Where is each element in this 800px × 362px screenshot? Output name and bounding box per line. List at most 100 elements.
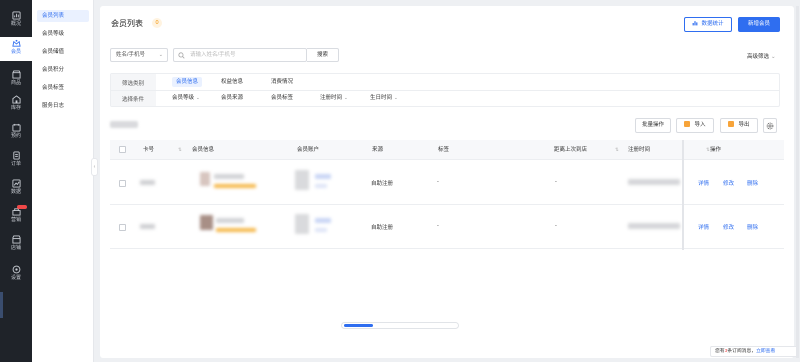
- export-label: 导出: [738, 122, 750, 128]
- nav-item-inventory[interactable]: 库存: [0, 93, 32, 117]
- import-button[interactable]: 导入: [676, 118, 714, 133]
- chevron-down-icon: ⌄: [394, 95, 398, 100]
- booking-icon: [11, 123, 21, 132]
- filter-condition-member-tags[interactable]: 会员标签: [271, 93, 293, 103]
- selection-summary: [110, 121, 138, 128]
- nav-label: 店铺: [10, 245, 21, 251]
- account-points-value: [315, 228, 327, 232]
- account-points-value: [315, 184, 327, 188]
- inventory-icon: [11, 95, 21, 104]
- main-panel: 会员列表 0 数据统计 新增会员 姓名/手机号 ⌄ 请输入姓名/手机号 搜索 高…: [100, 6, 794, 358]
- sort-icon[interactable]: ⇅: [178, 140, 182, 160]
- source-value: 自助注册: [371, 181, 394, 187]
- gear-icon: [766, 122, 774, 130]
- data-stats-label: 数据统计: [701, 21, 724, 27]
- nav-item-goods[interactable]: 商品: [0, 68, 32, 92]
- chevron-down-icon: ⌄: [158, 52, 163, 58]
- column-actions: 操作: [710, 147, 722, 153]
- card-number-value: [140, 180, 155, 185]
- chevron-down-icon: ⌄: [771, 54, 776, 60]
- column-source: 来源: [372, 147, 384, 153]
- filter-condition-label-text: 注册时间: [320, 95, 343, 101]
- member-name-value: [214, 174, 244, 179]
- add-member-button[interactable]: 新增会员: [738, 17, 780, 32]
- last-visit-value: -: [555, 223, 557, 229]
- search-button[interactable]: 搜索: [307, 48, 339, 62]
- row-checkbox[interactable]: [119, 224, 126, 231]
- card-number-value: [140, 224, 155, 229]
- search-placeholder: 请输入姓名/手机号: [190, 52, 236, 58]
- advanced-filter-toggle[interactable]: 高级筛选 ⌄: [747, 52, 776, 60]
- account-qr: [295, 170, 309, 190]
- submenu-item-member-tags[interactable]: 会员标签: [37, 82, 89, 94]
- last-visit-value: -: [555, 179, 557, 185]
- goods-icon: [11, 70, 21, 79]
- import-label: 导入: [694, 122, 706, 128]
- filter-condition-register-time[interactable]: 注册时间 ⌄: [320, 93, 348, 103]
- member-submenu: 会员列表 会员等级 会员储值 会员积分 会员标签 服务日志: [32, 0, 94, 362]
- filter-category-label: 筛选类别: [122, 81, 145, 87]
- nav-item-order[interactable]: 订单: [0, 149, 32, 173]
- filter-option-consumption[interactable]: 消费情况: [271, 77, 293, 87]
- chart-icon: [693, 21, 698, 26]
- detail-link[interactable]: 详情: [698, 223, 709, 231]
- loading-progress-fill: [344, 324, 373, 327]
- fixed-column-shadow: [682, 140, 684, 250]
- search-input[interactable]: 请输入姓名/手机号: [173, 48, 307, 62]
- nav-item-booking[interactable]: 预约: [0, 121, 32, 145]
- submenu-item-member-list[interactable]: 会员列表: [37, 10, 89, 22]
- row-checkbox[interactable]: [119, 180, 126, 187]
- chevron-down-icon: ⌄: [344, 95, 348, 100]
- data-stats-button[interactable]: 数据统计: [684, 17, 732, 32]
- filter-option-benefits[interactable]: 权益信息: [221, 77, 243, 87]
- edit-link[interactable]: 修改: [723, 223, 734, 231]
- account-qr: [295, 214, 309, 234]
- export-button[interactable]: 导出: [720, 118, 758, 133]
- nav-label: 数据: [10, 189, 21, 195]
- page-scrollbar[interactable]: [796, 6, 799, 358]
- nav-item-member[interactable]: 会员: [0, 37, 32, 61]
- filter-panel: 筛选类别 会员信息 权益信息 消费情况 选择条件 会员等级 ⌄ 会员来源 会员标签…: [110, 73, 780, 107]
- member-count-badge: 0: [152, 18, 162, 28]
- submenu-item-service-log[interactable]: 服务日志: [37, 100, 89, 112]
- loading-progress-bar: [341, 322, 459, 329]
- avatar: [200, 172, 210, 186]
- nav-label: 库存: [10, 105, 21, 111]
- delete-link[interactable]: 删除: [747, 179, 758, 187]
- register-time-value: [628, 179, 680, 185]
- filter-condition-member-source[interactable]: 会员来源: [221, 93, 243, 103]
- nav-item-data[interactable]: 数据: [0, 177, 32, 201]
- collapse-sidebar-button[interactable]: ‹: [91, 158, 98, 176]
- delete-link[interactable]: 删除: [747, 223, 758, 231]
- account-balance-value: [315, 174, 331, 179]
- nav-item-marketing[interactable]: 营销: [0, 205, 32, 229]
- nav-item-settings[interactable]: 设置: [0, 263, 32, 287]
- filter-condition-label: 选择条件: [122, 97, 145, 103]
- sort-icon[interactable]: ⇅: [615, 140, 619, 160]
- column-tags: 标签: [438, 147, 450, 153]
- search-type-select[interactable]: 姓名/手机号 ⌄: [110, 48, 168, 62]
- view-now-link[interactable]: 立即查看: [756, 349, 775, 354]
- submenu-item-member-balance[interactable]: 会员储值: [37, 46, 89, 58]
- search-type-value: 姓名/手机号: [116, 52, 146, 58]
- order-icon: [12, 151, 20, 160]
- notice-middle: 条订阅消息，: [727, 349, 757, 354]
- filter-option-member-info[interactable]: 会员信息: [172, 77, 203, 87]
- edit-link[interactable]: 修改: [723, 179, 734, 187]
- batch-operation-button[interactable]: 批量操作: [635, 118, 671, 133]
- submenu-item-member-level[interactable]: 会员等级: [37, 28, 89, 40]
- select-all-checkbox[interactable]: [119, 146, 126, 153]
- column-last-visit: 距离上次到店: [554, 147, 588, 153]
- nav-item-store[interactable]: 店铺: [0, 233, 32, 257]
- filter-condition-birthday[interactable]: 生日时间 ⌄: [370, 93, 398, 103]
- submenu-item-member-points[interactable]: 会员积分: [37, 64, 89, 76]
- nav-label: 订单: [10, 161, 21, 167]
- detail-link[interactable]: 详情: [698, 179, 709, 187]
- nav-label: 设置: [10, 275, 21, 281]
- filter-condition-member-level[interactable]: 会员等级 ⌄: [172, 93, 200, 103]
- new-badge: [17, 205, 27, 209]
- nav-edge-indicator: [0, 292, 3, 318]
- column-settings-button[interactable]: [763, 118, 777, 133]
- nav-item-overview[interactable]: 概况: [0, 9, 32, 33]
- register-time-value: [628, 223, 680, 229]
